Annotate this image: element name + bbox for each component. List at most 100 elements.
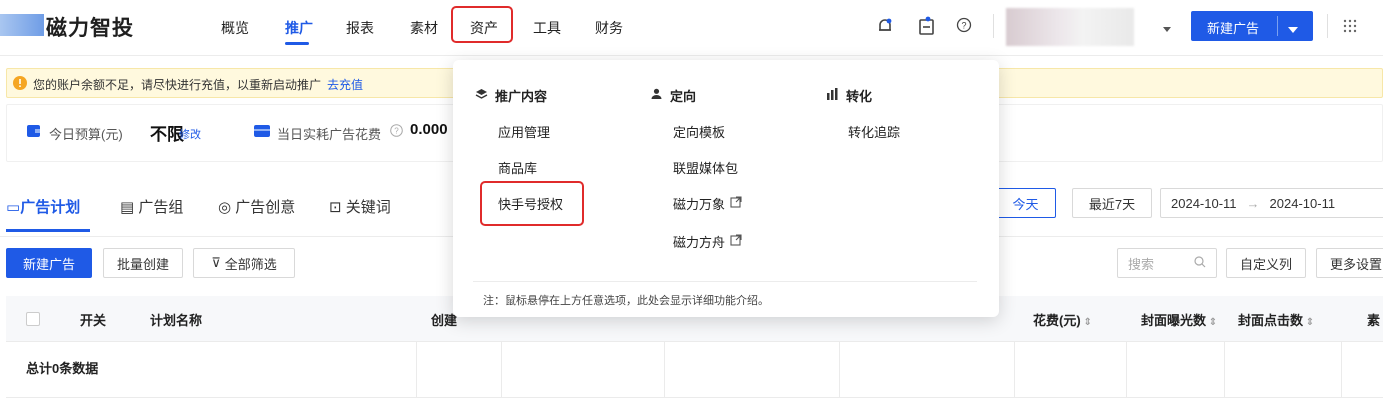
dd-head-promo-content: 推广内容 xyxy=(475,86,547,105)
nav-active-underline xyxy=(285,42,309,45)
new-ad-dropdown-icon[interactable] xyxy=(1287,22,1299,37)
nav-finance[interactable]: 财务 xyxy=(595,18,623,38)
tab-ad-creative[interactable]: ◎ 广告创意 xyxy=(218,196,295,217)
col-divider xyxy=(664,342,665,398)
wallet-icon xyxy=(27,124,41,141)
app-root: 磁力智投 概览 推广 报表 素材 资产 工具 财务 ? 新建广告 您的账户余额不… xyxy=(0,0,1383,406)
user-group-icon xyxy=(650,88,663,103)
col-divider xyxy=(1014,342,1015,398)
search-placeholder: 搜索 xyxy=(1128,256,1155,272)
dd-cili-wanxiang-label: 磁力万象 xyxy=(673,197,726,212)
nav-assets-highlight xyxy=(451,6,513,43)
search-icon xyxy=(1194,255,1206,271)
nav-promotion[interactable]: 推广 xyxy=(285,18,313,38)
col-divider xyxy=(416,342,417,398)
bar-chart-icon xyxy=(826,88,839,103)
dd-conversion-tracking[interactable]: 转化追踪 xyxy=(848,122,900,141)
dropdown-divider xyxy=(473,281,977,282)
tab-ad-plan-label: 广告计划 xyxy=(20,199,81,216)
top-header: 磁力智投 概览 推广 报表 素材 资产 工具 财务 ? 新建广告 xyxy=(0,0,1383,56)
layers-icon xyxy=(475,88,488,103)
creative-tab-icon: ◎ xyxy=(218,199,236,216)
col-divider xyxy=(839,342,840,398)
th-cover-impr-label: 封面曝光数 xyxy=(1141,313,1207,328)
budget-edit-link[interactable]: 修改 xyxy=(179,126,201,142)
header-divider-2 xyxy=(1327,14,1328,38)
tab-ad-group-label: 广告组 xyxy=(138,199,184,216)
dd-product-library[interactable]: 商品库 xyxy=(498,158,537,177)
tab-ad-group[interactable]: ▤ 广告组 xyxy=(120,196,183,217)
dd-head-conversion: 转化 xyxy=(826,86,872,105)
total-count-text: 总计0条数据 xyxy=(26,361,99,376)
col-divider xyxy=(1341,342,1342,398)
tab-active-underline xyxy=(6,229,90,232)
tab-ad-plan[interactable]: ▭广告计划 xyxy=(6,196,80,217)
dropdown-hint-note: 注：鼠标悬停在上方任意选项，此处会显示详细功能介绍。 xyxy=(483,295,769,307)
dd-head-targeting: 定向 xyxy=(650,86,696,105)
more-settings-button[interactable]: 更多设置 xyxy=(1316,248,1383,278)
dd-app-management[interactable]: 应用管理 xyxy=(498,122,550,141)
budget-label: 今日预算(元) xyxy=(49,127,123,142)
split-divider xyxy=(1277,16,1278,36)
table-total-row: 总计0条数据 xyxy=(6,342,1383,398)
th-cover-impr[interactable]: 封面曝光数 ⇕ xyxy=(1141,310,1217,329)
th-cover-click[interactable]: 封面点击数 ⇕ xyxy=(1238,310,1314,329)
svg-text:?: ? xyxy=(961,21,966,31)
date-last7-button[interactable]: 最近7天 xyxy=(1072,188,1152,218)
filter-icon: ⊽ xyxy=(211,255,221,270)
th-switch: 开关 xyxy=(80,313,107,328)
group-tab-icon: ▤ xyxy=(120,199,139,216)
new-ad-split-button[interactable]: 新建广告 xyxy=(1191,11,1313,41)
dd-cili-wanxiang[interactable]: 磁力万象 xyxy=(673,194,742,213)
dd-media-package[interactable]: 联盟媒体包 xyxy=(673,158,738,177)
date-today-button[interactable]: 今天 xyxy=(995,188,1056,218)
account-caret-icon[interactable] xyxy=(1162,22,1172,37)
external-link-icon xyxy=(730,234,742,249)
date-start: 2024-10-11 xyxy=(1171,195,1237,211)
sort-icon: ⇕ xyxy=(1303,317,1315,328)
tab-keywords[interactable]: ⊡ 关键词 xyxy=(329,196,391,217)
dd-head-promo-label: 推广内容 xyxy=(495,89,548,104)
col-divider xyxy=(1224,342,1225,398)
th-truncated: 素 xyxy=(1367,313,1381,328)
help-icon[interactable]: ? xyxy=(956,17,972,36)
batch-create-button[interactable]: 批量创建 xyxy=(103,248,183,278)
date-arrow: → xyxy=(1246,195,1260,211)
spend-value: 0.000 xyxy=(410,121,448,138)
date-range-picker[interactable]: 2024-10-11 → 2024-10-11 xyxy=(1160,188,1383,218)
date-end: 2024-10-11 xyxy=(1269,195,1336,211)
filter-all-label: 全部筛选 xyxy=(224,256,277,272)
message-icon[interactable] xyxy=(918,16,936,39)
external-link-icon xyxy=(730,196,742,211)
new-ad-button-label[interactable]: 新建广告 xyxy=(1207,18,1259,37)
sort-icon: ⇕ xyxy=(1080,317,1092,328)
dd-head-conversion-label: 转化 xyxy=(846,89,873,104)
th-cost[interactable]: 花费(元) ⇕ xyxy=(1033,310,1092,329)
custom-columns-button[interactable]: 自定义列 xyxy=(1226,248,1306,278)
dd-cili-fangzhou[interactable]: 磁力方舟 xyxy=(673,232,742,251)
toolbar-new-ad-button[interactable]: 新建广告 xyxy=(6,248,92,278)
apps-grid-icon[interactable] xyxy=(1343,19,1357,36)
dd-cili-fangzhou-label: 磁力方舟 xyxy=(673,235,726,250)
th-cover-click-label: 封面点击数 xyxy=(1238,313,1304,328)
keyword-tab-icon: ⊡ xyxy=(329,199,346,216)
recharge-link[interactable]: 去充值 xyxy=(327,76,363,93)
select-all-checkbox[interactable] xyxy=(26,312,40,326)
nav-reports[interactable]: 报表 xyxy=(346,18,374,38)
search-input[interactable]: 搜索 xyxy=(1117,248,1217,278)
th-cost-label: 花费(元) xyxy=(1033,313,1081,328)
nav-materials[interactable]: 素材 xyxy=(410,18,438,38)
filter-all-button[interactable]: ⊽ 全部筛选 xyxy=(193,248,295,278)
logo-mark xyxy=(0,14,44,36)
nav-overview[interactable]: 概览 xyxy=(221,18,249,38)
bell-icon[interactable] xyxy=(876,17,894,38)
nav-tools[interactable]: 工具 xyxy=(533,18,561,38)
kuaishou-auth-highlight xyxy=(480,181,584,226)
dd-head-targeting-label: 定向 xyxy=(670,89,697,104)
col-divider xyxy=(1126,342,1127,398)
spend-help-icon[interactable]: ? xyxy=(390,124,403,140)
dd-targeting-template[interactable]: 定向模板 xyxy=(673,122,725,141)
brand-name: 磁力智投 xyxy=(46,17,134,40)
account-avatar-blurred[interactable] xyxy=(1006,8,1134,46)
card-icon xyxy=(254,125,270,140)
